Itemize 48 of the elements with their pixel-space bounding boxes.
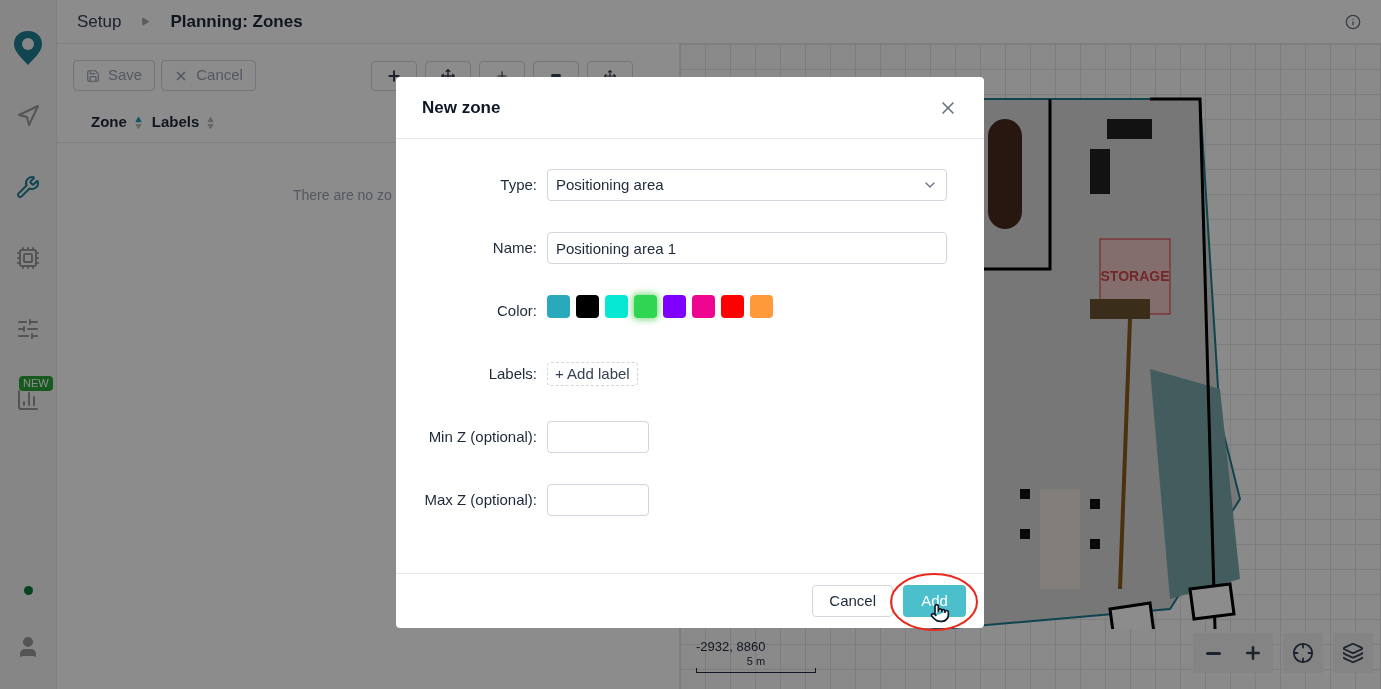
crosshair-icon [1292,642,1314,664]
new-badge: NEW [19,376,53,391]
color-swatch[interactable] [576,294,599,318]
logo-icon[interactable] [13,30,43,66]
chip-icon[interactable] [16,246,40,270]
field-label: Name: [491,237,538,258]
coordinates-text: -2932, 8860 [696,639,766,655]
color-swatch[interactable] [721,294,744,318]
add-label-button[interactable]: + Add label [547,362,638,386]
min-z-field[interactable] [547,421,649,453]
field-label: Color: [496,300,538,321]
minus-icon [1205,651,1221,655]
field-label: Labels: [487,363,538,384]
sort-icon [134,115,142,130]
column-header[interactable]: Labels [151,111,215,134]
field-label: Type: [499,174,538,195]
field-label: Min Z (optional): [427,426,538,447]
cancel-button[interactable]: Cancel [812,585,893,617]
max-z-field[interactable] [547,484,649,516]
breadcrumb-link[interactable]: Setup [77,8,122,35]
dialog-title: New zone [422,96,501,119]
wrench-icon[interactable] [16,175,40,199]
page-title: Planning: Zones [170,10,303,33]
name-field[interactable]: Positioning area 1 [547,232,947,264]
layers-icon [1342,642,1364,664]
field-label: Max Z (optional): [423,489,538,510]
sort-icon [207,115,215,130]
empty-message: There are no zo [293,187,392,203]
navigation-arrow-icon[interactable] [16,104,40,128]
save-icon [86,68,100,83]
caret-icon [141,17,151,26]
color-swatch[interactable] [605,294,628,318]
locate-button[interactable] [1283,633,1323,673]
minus-icon [550,74,561,77]
color-swatch[interactable] [634,294,657,318]
plus-icon [385,67,402,84]
color-swatch[interactable] [547,294,570,318]
plus-icon [1243,643,1263,663]
bar-chart-icon[interactable] [16,388,40,412]
color-swatch[interactable] [692,294,715,318]
info-icon[interactable] [1345,13,1361,30]
type-select[interactable]: Positioning area [547,169,947,201]
scale-text: 5 m [746,655,766,668]
color-swatch[interactable] [663,294,686,318]
column-header[interactable]: Zone [91,111,142,134]
sliders-icon[interactable] [16,317,40,341]
layers-button[interactable] [1333,633,1373,673]
color-swatch[interactable] [750,294,773,318]
